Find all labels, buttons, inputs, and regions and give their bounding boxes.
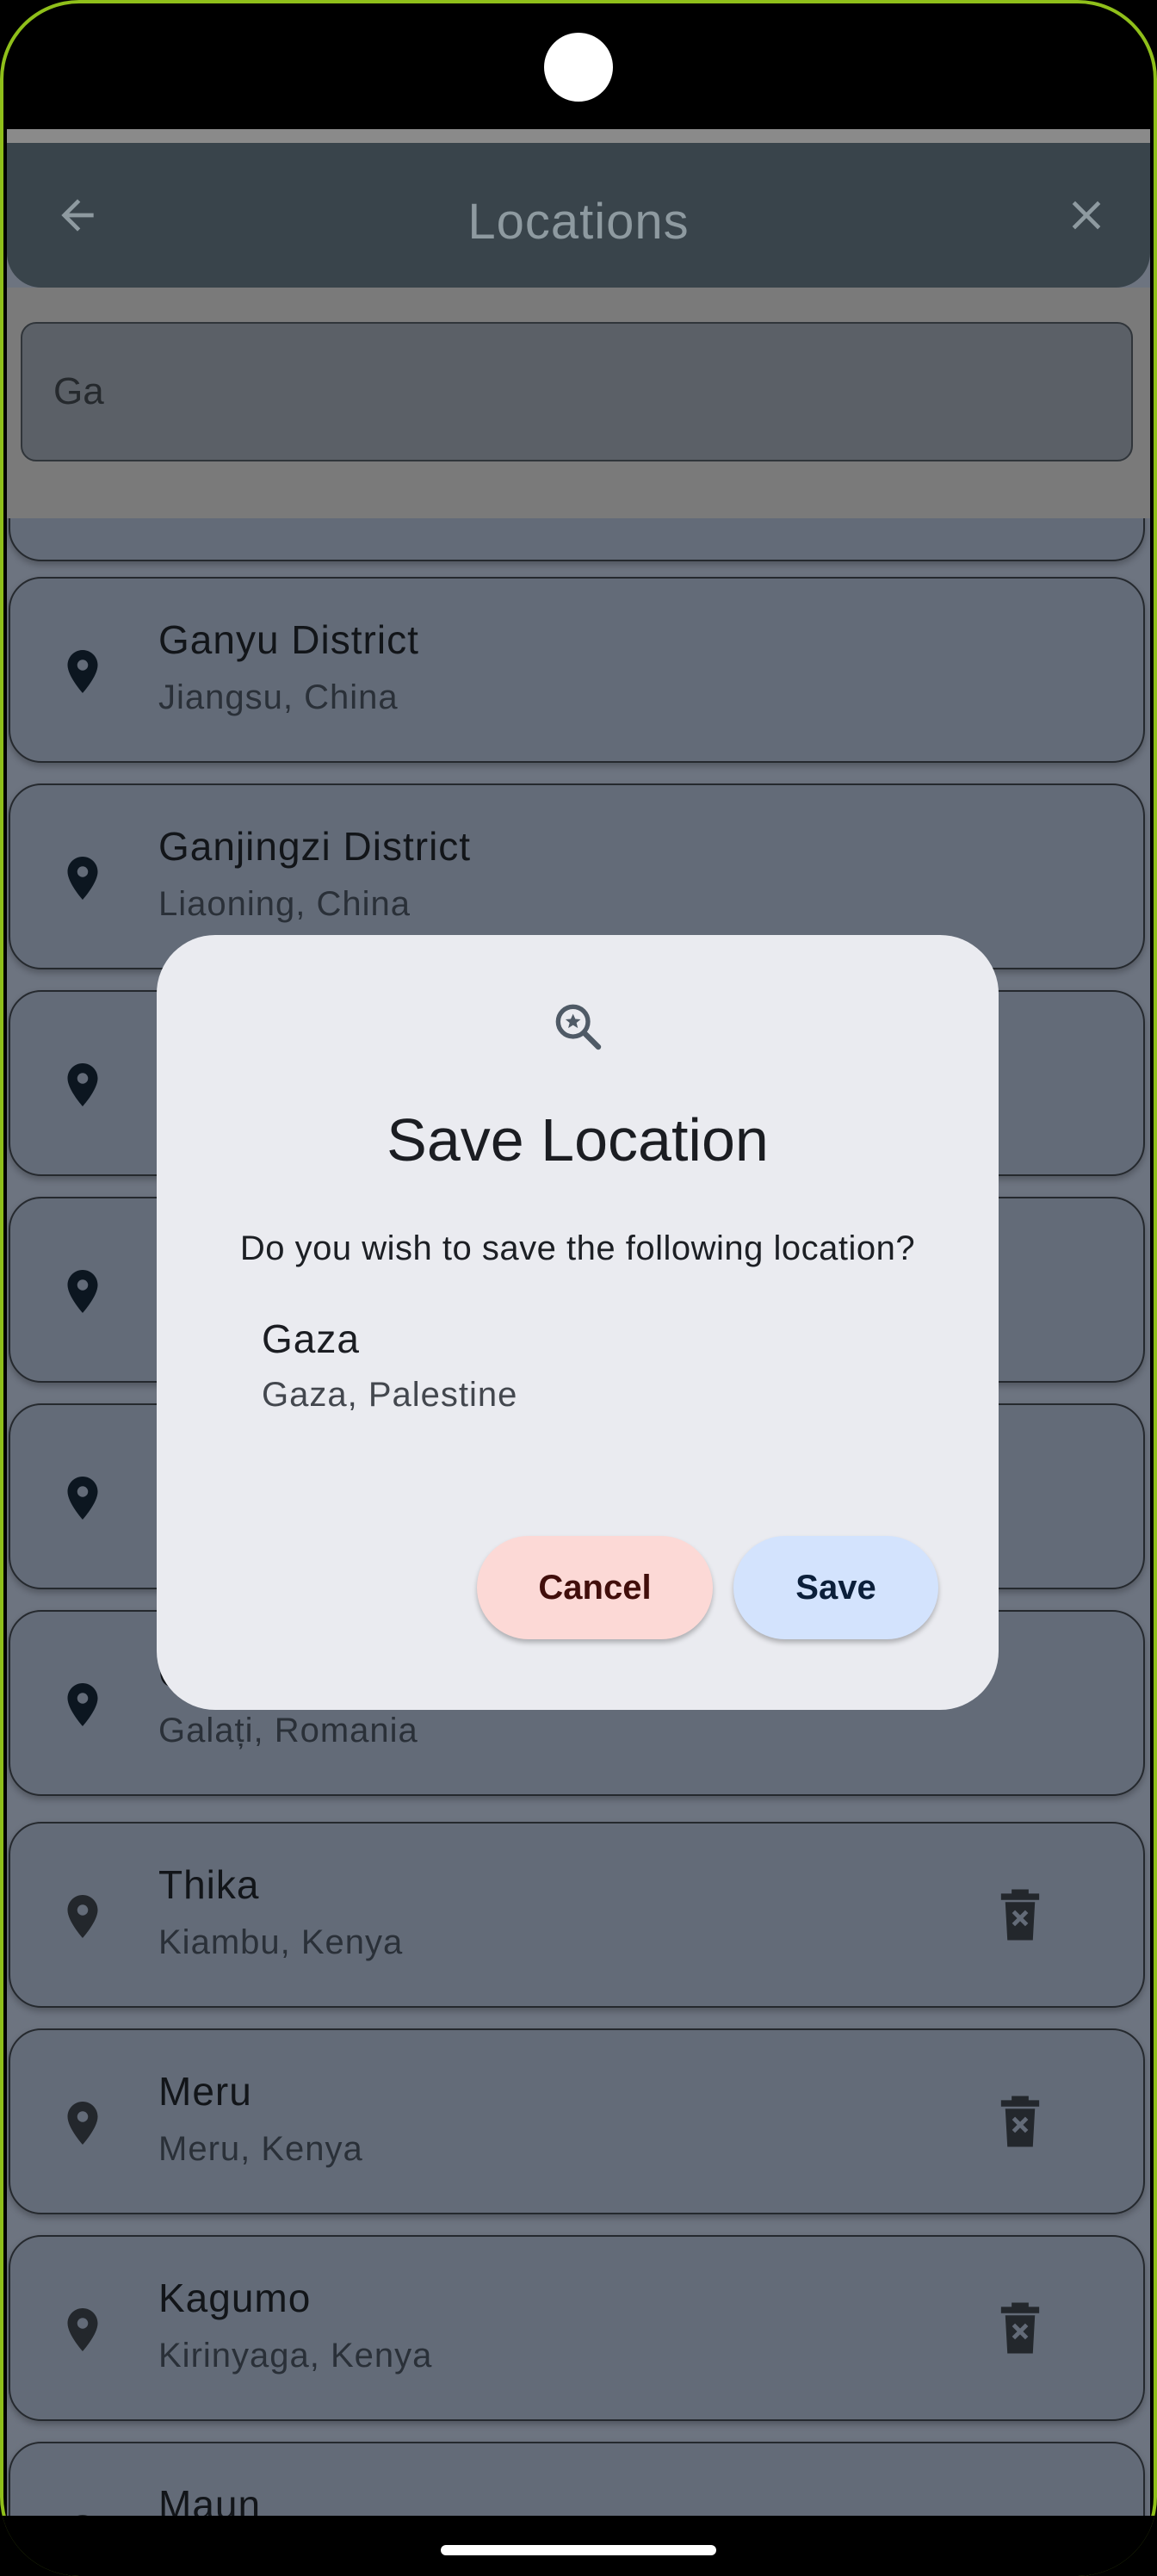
save-button[interactable]: Save [733,1536,938,1639]
dialog-message: Do you wish to save the following locati… [239,1229,916,1267]
save-location-dialog: Save Location Do you wish to save the fo… [157,935,999,1710]
dialog-location-name: Gaza [262,1316,360,1361]
cancel-button[interactable]: Cancel [477,1536,713,1639]
dialog-location-region: Gaza, Palestine [262,1376,518,1414]
search-location-icon [555,1004,602,1050]
home-indicator[interactable] [441,2545,716,2555]
device-frame: Locations Ga Ganyu District Jiangsu, Chi… [0,0,1157,2576]
dialog-title: Save Location [387,1106,769,1173]
front-camera [544,33,613,102]
